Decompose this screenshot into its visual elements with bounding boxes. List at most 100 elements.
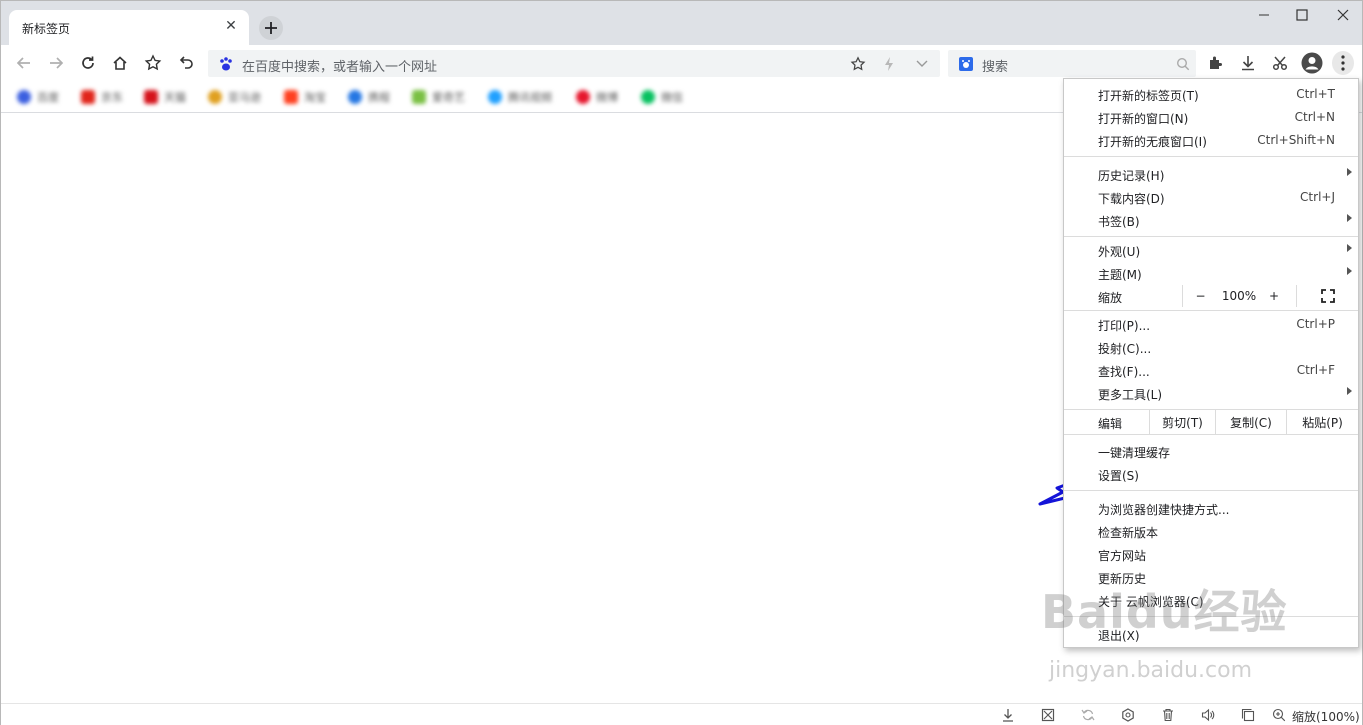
- chevron-down-icon[interactable]: [916, 59, 928, 69]
- bookmark-favicon-icon: [144, 90, 158, 104]
- forward-button[interactable]: [46, 53, 66, 73]
- paste-button[interactable]: 粘贴(P): [1286, 410, 1358, 434]
- menu-item-new-tab[interactable]: 打开新的标签页(T) Ctrl+T: [1064, 83, 1358, 105]
- menu-item-more-tools[interactable]: 更多工具(L): [1064, 382, 1358, 404]
- bookmark-favicon-icon: [576, 90, 590, 104]
- copy-button[interactable]: 复制(C): [1215, 410, 1286, 434]
- zoom-value: 100%: [1221, 289, 1257, 303]
- bookmark-star-icon[interactable]: [850, 56, 866, 72]
- bookmark-item[interactable]: 京东: [81, 88, 123, 106]
- menu-separator: [1064, 310, 1358, 311]
- status-security-button[interactable]: [1120, 707, 1136, 723]
- menu-item-create-shortcut[interactable]: 为浏览器创建快捷方式...: [1064, 497, 1358, 519]
- status-download-button[interactable]: [1000, 707, 1016, 723]
- baidu-search-engine-icon: [959, 57, 973, 71]
- menu-item-official-site[interactable]: 官方网站: [1064, 543, 1358, 565]
- tab-new-tab[interactable]: 新标签页 ✕: [9, 10, 249, 45]
- close-icon: [1337, 9, 1349, 21]
- account-button[interactable]: [1301, 52, 1323, 74]
- bookmark-item[interactable]: 亚马逊: [208, 88, 261, 106]
- tab-close-icon[interactable]: ✕: [223, 18, 239, 34]
- status-window-button[interactable]: [1240, 707, 1256, 723]
- menu-item-check-update[interactable]: 检查新版本: [1064, 520, 1358, 542]
- minimize-button[interactable]: [1244, 1, 1284, 29]
- zoom-out-label: −: [1195, 289, 1206, 303]
- menu-item-shortcut: Ctrl+F: [1296, 363, 1335, 377]
- menu-item-appearance[interactable]: 外观(U): [1064, 239, 1358, 261]
- bookmark-item[interactable]: 微信: [641, 88, 683, 106]
- status-sound-button[interactable]: [1200, 707, 1216, 723]
- menu-item-clear-cache[interactable]: 一键清理缓存: [1064, 440, 1358, 462]
- home-button[interactable]: [110, 53, 130, 73]
- menu-item-label: 打印(P)...: [1098, 319, 1151, 333]
- reload-button[interactable]: [78, 53, 98, 73]
- menu-item-history[interactable]: 历史记录(H): [1064, 163, 1358, 185]
- speaker-icon: [1201, 708, 1215, 722]
- menu-item-shortcut: Ctrl+T: [1296, 87, 1335, 101]
- bookmark-label: 京东: [101, 91, 123, 104]
- menu-item-label: 下载内容(D): [1098, 192, 1165, 206]
- menu-item-find[interactable]: 查找(F)... Ctrl+F: [1064, 359, 1358, 381]
- menu-item-label: 投射(C)...: [1098, 342, 1152, 356]
- fullscreen-button[interactable]: [1296, 285, 1358, 307]
- menu-item-incognito[interactable]: 打开新的无痕窗口(I) Ctrl+Shift+N: [1064, 129, 1358, 151]
- main-menu-button[interactable]: [1332, 51, 1354, 75]
- menu-item-label: 为浏览器创建快捷方式...: [1098, 503, 1230, 517]
- menu-item-print[interactable]: 打印(P)... Ctrl+P: [1064, 313, 1358, 335]
- menu-item-cast[interactable]: 投射(C)...: [1064, 336, 1358, 358]
- extensions-button[interactable]: [1206, 53, 1226, 73]
- search-icon[interactable]: [1176, 57, 1190, 71]
- new-tab-button[interactable]: [259, 16, 283, 40]
- menu-item-theme[interactable]: 主题(M): [1064, 262, 1358, 284]
- status-adblock-button[interactable]: [1040, 707, 1056, 723]
- menu-item-label: 书签(B): [1098, 215, 1140, 229]
- address-bar[interactable]: 在百度中搜索，或者输入一个网址: [208, 50, 940, 77]
- bookmark-item[interactable]: 腾讯视频: [488, 88, 552, 106]
- search-box[interactable]: 搜索: [948, 50, 1196, 77]
- zoom-in-label: +: [1268, 289, 1280, 303]
- zoom-in-button[interactable]: +: [1260, 285, 1288, 307]
- zoom-out-button[interactable]: −: [1182, 285, 1218, 307]
- status-zoom-label[interactable]: 缩放(100%): [1292, 708, 1360, 725]
- maximize-button[interactable]: [1282, 1, 1322, 29]
- bookmark-item[interactable]: 爱奇艺: [412, 88, 465, 106]
- menu-item-label: 历史记录(H): [1098, 169, 1165, 183]
- bookmark-item[interactable]: 携程: [348, 88, 390, 106]
- undo-icon: [179, 56, 193, 69]
- menu-item-label: 主题(M): [1098, 268, 1142, 282]
- bookmark-label: 携程: [368, 91, 390, 104]
- watermark: Baidu经验 jingyan.baidu.com: [1041, 576, 1288, 683]
- search-placeholder: 搜索: [982, 60, 1009, 75]
- window-icon: [1241, 708, 1255, 722]
- lightning-icon[interactable]: [882, 56, 896, 72]
- cut-button[interactable]: 剪切(T): [1149, 410, 1215, 434]
- paste-label: 粘贴(P): [1302, 415, 1343, 430]
- bookmark-item[interactable]: 微博: [576, 88, 618, 106]
- screenshot-button[interactable]: [1270, 53, 1290, 73]
- menu-item-label: 一键清理缓存: [1098, 446, 1171, 460]
- menu-item-shortcut: Ctrl+J: [1300, 190, 1335, 204]
- menu-item-new-window[interactable]: 打开新的窗口(N) Ctrl+N: [1064, 106, 1358, 128]
- back-button[interactable]: [14, 53, 34, 73]
- downloads-button[interactable]: [1238, 53, 1258, 73]
- menu-item-bookmarks[interactable]: 书签(B): [1064, 209, 1358, 231]
- forward-arrow-icon: [50, 57, 64, 69]
- close-window-button[interactable]: [1323, 1, 1363, 29]
- menu-item-label: 检查新版本: [1098, 526, 1159, 540]
- bookmark-item[interactable]: 淘宝: [284, 88, 326, 106]
- bookmark-favicon-icon: [208, 90, 222, 104]
- menu-item-downloads[interactable]: 下载内容(D) Ctrl+J: [1064, 186, 1358, 208]
- favorite-button[interactable]: [143, 53, 163, 73]
- menu-item-label: 更多工具(L): [1098, 388, 1163, 402]
- status-zoom-button[interactable]: [1271, 707, 1287, 723]
- menu-item-settings[interactable]: 设置(S): [1064, 463, 1358, 485]
- bookmark-item[interactable]: 天猫: [144, 88, 186, 106]
- bookmark-item[interactable]: 百度: [17, 88, 59, 106]
- tab-strip: 新标签页 ✕: [1, 1, 1362, 45]
- bookmark-favicon-icon: [348, 90, 362, 104]
- bookmark-favicon-icon: [412, 90, 426, 104]
- undo-close-button[interactable]: [176, 53, 196, 73]
- status-trash-button[interactable]: [1160, 707, 1176, 723]
- puzzle-icon: [1210, 56, 1222, 69]
- status-sync-button[interactable]: [1080, 707, 1096, 723]
